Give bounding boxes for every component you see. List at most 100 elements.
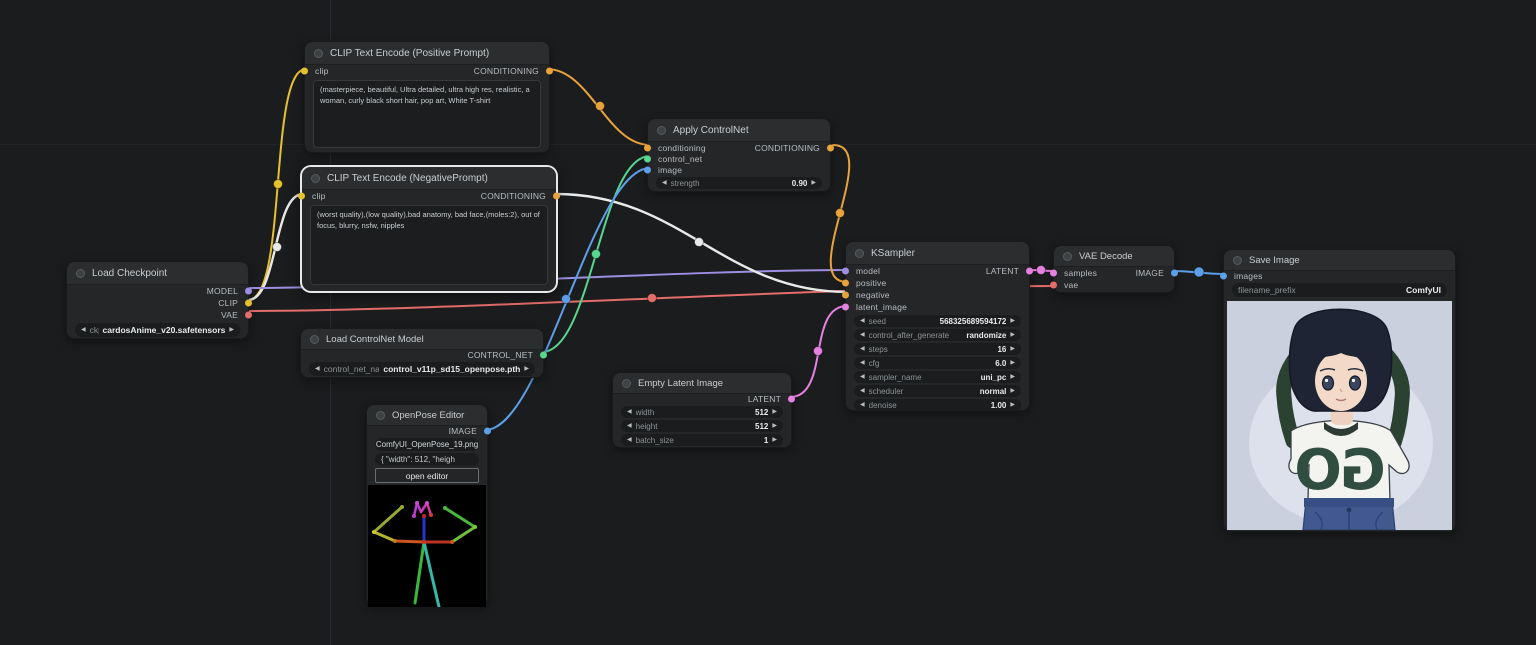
node-apply-controlnet[interactable]: Apply ControlNet conditioning CONDITIONI… [644, 118, 834, 192]
input-port-clip[interactable] [298, 192, 305, 200]
node-title-bar[interactable]: Apply ControlNet [648, 119, 830, 142]
collapse-dot-icon[interactable] [376, 410, 385, 420]
node-load-controlnet-model[interactable]: Load ControlNet Model CONTROL_NET ◀ cont… [300, 328, 547, 378]
collapse-dot-icon[interactable] [76, 268, 85, 278]
input-port-image[interactable] [644, 166, 651, 173]
collapse-dot-icon[interactable] [855, 248, 864, 258]
input-port-control-net[interactable] [644, 155, 651, 162]
decrement-arrow-icon[interactable]: ◀ [860, 374, 865, 380]
widget-denoise[interactable]: ◀ denoise 1.00 ▶ [854, 399, 1021, 411]
output-port-conditioning[interactable] [546, 67, 553, 75]
input-port-vae[interactable] [1050, 281, 1057, 289]
decrement-arrow-icon[interactable]: ◀ [662, 180, 667, 186]
decrement-arrow-icon[interactable]: ◀ [627, 423, 632, 429]
widget-ckpt-name[interactable]: ◀ ckpt_name cardosAnime_v20.safetensors … [75, 323, 240, 337]
increment-arrow-icon[interactable]: ▶ [772, 437, 777, 443]
widget-filename-prefix[interactable]: filename_prefix ComfyUI [1232, 283, 1447, 297]
decrement-arrow-icon[interactable]: ◀ [81, 327, 86, 333]
widget-sampler-name[interactable]: ◀ sampler_name uni_pc ▶ [854, 371, 1021, 383]
increment-arrow-icon[interactable]: ▶ [1010, 402, 1015, 408]
output-port-conditioning[interactable] [553, 192, 560, 200]
collapse-dot-icon[interactable] [1233, 255, 1242, 265]
node-ksampler[interactable]: KSampler model LATENT positive negative … [842, 241, 1033, 411]
increment-arrow-icon[interactable]: ▶ [1010, 374, 1015, 380]
widget-control-net-name[interactable]: ◀ control_net_name control_v11p_sd15_ope… [309, 362, 535, 376]
input-port-conditioning[interactable] [644, 144, 651, 151]
output-port-image[interactable] [484, 427, 491, 435]
collapse-dot-icon[interactable] [311, 173, 320, 183]
decrement-arrow-icon[interactable]: ◀ [860, 402, 865, 408]
collapse-dot-icon[interactable] [622, 378, 631, 388]
widget-height[interactable]: ◀ height 512 ▶ [621, 420, 783, 432]
increment-arrow-icon[interactable]: ▶ [811, 180, 816, 186]
decrement-arrow-icon[interactable]: ◀ [627, 409, 632, 415]
node-title-bar[interactable]: KSampler [846, 242, 1029, 265]
output-port-vae[interactable] [245, 311, 252, 319]
input-port-positive[interactable] [842, 279, 849, 287]
node-title-bar[interactable]: CLIP Text Encode (Positive Prompt) [305, 42, 549, 65]
widget-label: ckpt_name [89, 325, 99, 335]
input-port-images[interactable] [1220, 272, 1227, 280]
increment-arrow-icon[interactable]: ▶ [1010, 318, 1015, 324]
output-port-image[interactable] [1171, 269, 1178, 277]
node-empty-latent-image[interactable]: Empty Latent Image LATENT ◀ width 512 ▶ … [612, 372, 795, 448]
increment-arrow-icon[interactable]: ▶ [1010, 346, 1015, 352]
node-load-checkpoint[interactable]: Load Checkpoint MODEL CLIP VAE ◀ ckpt_na… [66, 261, 252, 339]
increment-arrow-icon[interactable]: ▶ [1010, 360, 1015, 366]
node-clip-text-encode-negative[interactable]: CLIP Text Encode (NegativePrompt) clip C… [298, 166, 560, 292]
input-port-clip[interactable] [301, 67, 308, 75]
output-port-model[interactable] [245, 287, 252, 295]
output-port-clip[interactable] [245, 299, 252, 307]
open-editor-button[interactable]: open editor [375, 468, 479, 483]
output-port-latent[interactable] [788, 395, 795, 403]
decrement-arrow-icon[interactable]: ◀ [860, 346, 865, 352]
node-save-image[interactable]: Save Image images filename_prefix ComfyU… [1220, 249, 1456, 532]
input-port-latent-image[interactable] [842, 303, 849, 311]
node-title-bar[interactable]: CLIP Text Encode (NegativePrompt) [302, 167, 556, 190]
collapse-dot-icon[interactable] [657, 125, 666, 135]
increment-arrow-icon[interactable]: ▶ [772, 423, 777, 429]
increment-arrow-icon[interactable]: ▶ [772, 409, 777, 415]
node-vae-decode[interactable]: VAE Decode samples IMAGE vae [1050, 245, 1178, 293]
decrement-arrow-icon[interactable]: ◀ [627, 437, 632, 443]
output-port-control-net[interactable] [540, 351, 547, 359]
widget-scheduler[interactable]: ◀ scheduler normal ▶ [854, 385, 1021, 397]
decrement-arrow-icon[interactable]: ◀ [860, 332, 865, 338]
widget-pose-filename[interactable]: ComfyUI_OpenPose_19.png [375, 438, 479, 451]
node-clip-text-encode-positive[interactable]: CLIP Text Encode (Positive Prompt) clip … [301, 41, 553, 153]
widget-pose-json[interactable]: { "width": 512, "heigh [375, 453, 479, 466]
collapse-dot-icon[interactable] [314, 48, 323, 58]
widget-cfg[interactable]: ◀ cfg 6.0 ▶ [854, 357, 1021, 369]
decrement-arrow-icon[interactable]: ◀ [860, 318, 865, 324]
widget-batch-size[interactable]: ◀ batch_size 1 ▶ [621, 434, 783, 446]
node-openpose-editor[interactable]: OpenPose Editor IMAGE ComfyUI_OpenPose_1… [366, 404, 491, 607]
input-port-negative[interactable] [842, 291, 849, 299]
increment-arrow-icon[interactable]: ▶ [229, 327, 234, 333]
increment-arrow-icon[interactable]: ▶ [1010, 388, 1015, 394]
collapse-dot-icon[interactable] [310, 334, 319, 344]
widget-seed[interactable]: ◀ seed 568325689594172 ▶ [854, 315, 1021, 327]
prompt-textarea[interactable]: (masterpiece, beautiful, Ultra detailed,… [313, 80, 541, 148]
collapse-dot-icon[interactable] [1063, 251, 1072, 261]
node-title-bar[interactable]: VAE Decode [1054, 246, 1174, 267]
node-title-bar[interactable]: Load ControlNet Model [301, 329, 543, 350]
increment-arrow-icon[interactable]: ▶ [1010, 332, 1015, 338]
output-port-latent[interactable] [1026, 267, 1033, 275]
node-title-bar[interactable]: Empty Latent Image [613, 373, 791, 394]
input-port-samples[interactable] [1050, 269, 1057, 277]
decrement-arrow-icon[interactable]: ◀ [860, 360, 865, 366]
input-port-model[interactable] [842, 267, 849, 275]
increment-arrow-icon[interactable]: ▶ [524, 366, 529, 372]
decrement-arrow-icon[interactable]: ◀ [315, 366, 320, 372]
node-graph-canvas[interactable]: Load Checkpoint MODEL CLIP VAE ◀ ckpt_na… [0, 0, 1536, 645]
widget-control-after-generate[interactable]: ◀ control_after_generate randomize ▶ [854, 329, 1021, 341]
node-title-bar[interactable]: Load Checkpoint [67, 262, 248, 285]
node-title-bar[interactable]: Save Image [1224, 250, 1455, 271]
decrement-arrow-icon[interactable]: ◀ [860, 388, 865, 394]
widget-width[interactable]: ◀ width 512 ▶ [621, 406, 783, 418]
prompt-textarea[interactable]: (worst quality),(low quality),bad anatom… [310, 205, 548, 285]
output-port-conditioning[interactable] [827, 144, 834, 151]
node-title-bar[interactable]: OpenPose Editor [367, 405, 487, 426]
widget-steps[interactable]: ◀ steps 16 ▶ [854, 343, 1021, 355]
widget-strength[interactable]: ◀ strength 0.90 ▶ [656, 177, 822, 189]
